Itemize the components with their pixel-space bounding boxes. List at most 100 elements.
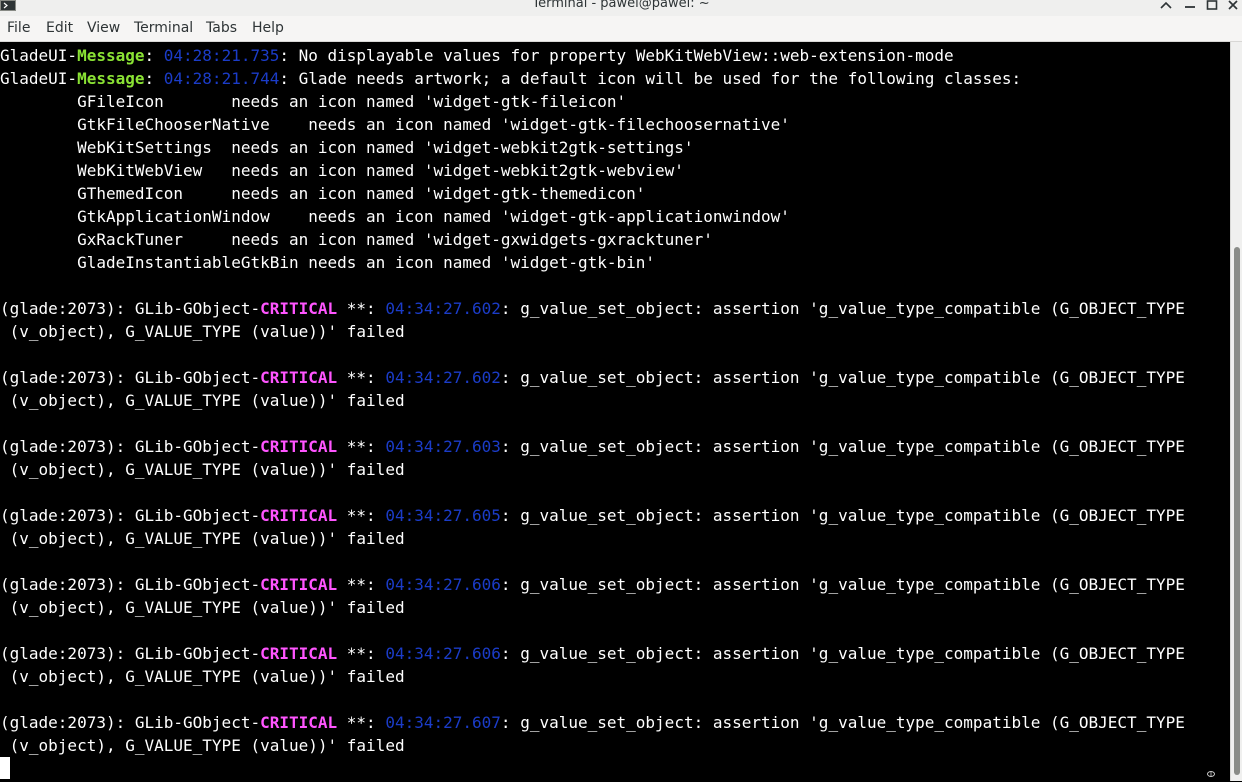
- menu-view[interactable]: View: [87, 20, 120, 36]
- terminal-line: (v_object), G_VALUE_TYPE (value))' faile…: [0, 389, 405, 412]
- line-text: (glade:2073): GLib-GObject-: [0, 437, 261, 456]
- terminal-line: GtkApplicationWindow needs an icon named…: [0, 205, 790, 228]
- timestamp: 04:28:21.744: [163, 69, 280, 88]
- terminal-line: GtkFileChooserNative needs an icon named…: [0, 113, 790, 136]
- terminal-output[interactable]: GladeUI-Message: 04:28:21.735: No displa…: [0, 42, 1230, 781]
- critical-level: CRITICAL: [260, 368, 338, 387]
- line-text: : g_value_set_object: assertion 'g_value…: [500, 368, 1185, 387]
- timestamp: 04:34:27.606: [385, 575, 501, 594]
- line-text: **:: [337, 368, 386, 387]
- line-text: :: [144, 69, 164, 88]
- line-text: **:: [337, 713, 386, 732]
- line-text: : g_value_set_object: assertion 'g_value…: [500, 299, 1185, 318]
- text-cursor: [0, 757, 10, 779]
- line-text: : No displayable values for property Web…: [279, 46, 954, 65]
- menu-bar: File Edit View Terminal Tabs Help: [0, 16, 1242, 42]
- terminal-line: (v_object), G_VALUE_TYPE (value))' faile…: [0, 320, 405, 343]
- resize-grip-icon[interactable]: [1206, 763, 1216, 777]
- terminal-line: GladeUI-Message: 04:28:21.744: Glade nee…: [0, 67, 1021, 90]
- maximize-icon[interactable]: [1202, 0, 1222, 13]
- terminal-line: (glade:2073): GLib-GObject-CRITICAL **: …: [0, 642, 1185, 665]
- line-text: WebKitWebView needs an icon named 'widge…: [0, 161, 684, 180]
- line-text: (v_object), G_VALUE_TYPE (value))' faile…: [0, 529, 405, 548]
- terminal-line: (glade:2073): GLib-GObject-CRITICAL **: …: [0, 573, 1185, 596]
- terminal-line: GladeUI-Message: 04:28:21.735: No displa…: [0, 44, 954, 67]
- terminal-line: GFileIcon needs an icon named 'widget-gt…: [0, 90, 626, 113]
- title-bar[interactable]: Terminal - pawel@pawel: ~: [0, 0, 1242, 17]
- line-text: : g_value_set_object: assertion 'g_value…: [500, 644, 1185, 663]
- window-title: Terminal - pawel@pawel: ~: [532, 0, 710, 11]
- terminal-line: (glade:2073): GLib-GObject-CRITICAL **: …: [0, 435, 1185, 458]
- line-text: **:: [337, 644, 386, 663]
- line-text: (glade:2073): GLib-GObject-: [0, 644, 261, 663]
- line-text: (v_object), G_VALUE_TYPE (value))' faile…: [0, 598, 405, 617]
- terminal-line: (glade:2073): GLib-GObject-CRITICAL **: …: [0, 711, 1185, 734]
- line-text: (v_object), G_VALUE_TYPE (value))' faile…: [0, 460, 405, 479]
- line-text: (glade:2073): GLib-GObject-: [0, 506, 261, 525]
- terminal-line: (v_object), G_VALUE_TYPE (value))' faile…: [0, 458, 405, 481]
- critical-level: CRITICAL: [260, 644, 338, 663]
- line-text: : g_value_set_object: assertion 'g_value…: [500, 575, 1185, 594]
- line-text: (v_object), G_VALUE_TYPE (value))' faile…: [0, 736, 405, 755]
- critical-level: CRITICAL: [260, 299, 338, 318]
- line-text: (glade:2073): GLib-GObject-: [0, 575, 261, 594]
- terminal-line: (v_object), G_VALUE_TYPE (value))' faile…: [0, 596, 405, 619]
- chevron-up-icon[interactable]: [1156, 0, 1176, 13]
- close-icon[interactable]: [1223, 0, 1242, 13]
- line-text: (glade:2073): GLib-GObject-: [0, 368, 261, 387]
- terminal-line: (glade:2073): GLib-GObject-CRITICAL **: …: [0, 504, 1185, 527]
- terminal-line: (v_object), G_VALUE_TYPE (value))' faile…: [0, 527, 405, 550]
- timestamp: 04:34:27.607: [385, 713, 501, 732]
- line-text: GxRackTuner needs an icon named 'widget-…: [0, 230, 713, 249]
- line-text: GladeInstantiableGtkBin needs an icon na…: [0, 253, 656, 272]
- line-text: WebKitSettings needs an icon named 'widg…: [0, 138, 694, 157]
- terminal-line: (glade:2073): GLib-GObject-CRITICAL **: …: [0, 297, 1185, 320]
- menu-edit[interactable]: Edit: [46, 20, 73, 36]
- line-text: : g_value_set_object: assertion 'g_value…: [500, 437, 1185, 456]
- timestamp: 04:34:27.602: [385, 368, 501, 387]
- terminal-line: GThemedIcon needs an icon named 'widget-…: [0, 182, 645, 205]
- message-level: Message: [77, 46, 145, 65]
- scrollbar-thumb[interactable]: [1234, 247, 1240, 775]
- menu-help[interactable]: Help: [252, 20, 284, 36]
- line-text: **:: [337, 575, 386, 594]
- scrollbar[interactable]: [1230, 42, 1242, 781]
- terminal-line: GladeInstantiableGtkBin needs an icon na…: [0, 251, 655, 274]
- timestamp: 04:34:27.605: [385, 506, 501, 525]
- terminal-line: WebKitWebView needs an icon named 'widge…: [0, 159, 684, 182]
- line-text: (v_object), G_VALUE_TYPE (value))' faile…: [0, 391, 405, 410]
- line-text: **:: [337, 437, 386, 456]
- timestamp: 04:34:27.602: [385, 299, 501, 318]
- critical-level: CRITICAL: [260, 506, 338, 525]
- menu-tabs[interactable]: Tabs: [206, 20, 237, 36]
- line-text: : g_value_set_object: assertion 'g_value…: [500, 713, 1185, 732]
- line-text: (v_object), G_VALUE_TYPE (value))' faile…: [0, 322, 405, 341]
- timestamp: 04:28:21.735: [163, 46, 280, 65]
- timestamp: 04:34:27.606: [385, 644, 501, 663]
- line-text: : Glade needs artwork; a default icon wi…: [279, 69, 1022, 88]
- line-text: : g_value_set_object: assertion 'g_value…: [500, 506, 1185, 525]
- line-text: GFileIcon needs an icon named 'widget-gt…: [0, 92, 627, 111]
- menu-terminal[interactable]: Terminal: [134, 20, 193, 36]
- line-text: (glade:2073): GLib-GObject-: [0, 299, 261, 318]
- terminal-line: (glade:2073): GLib-GObject-CRITICAL **: …: [0, 366, 1185, 389]
- menu-file[interactable]: File: [7, 20, 30, 36]
- terminal-line: (v_object), G_VALUE_TYPE (value))' faile…: [0, 734, 405, 757]
- terminal-line: (v_object), G_VALUE_TYPE (value))' faile…: [0, 665, 405, 688]
- line-text: GtkFileChooserNative needs an icon named…: [0, 115, 790, 134]
- line-text: **:: [337, 506, 386, 525]
- line-text: GThemedIcon needs an icon named 'widget-…: [0, 184, 646, 203]
- terminal-line: GxRackTuner needs an icon named 'widget-…: [0, 228, 713, 251]
- critical-level: CRITICAL: [260, 575, 338, 594]
- terminal-line: WebKitSettings needs an icon named 'widg…: [0, 136, 694, 159]
- line-text: GtkApplicationWindow needs an icon named…: [0, 207, 790, 226]
- minimize-icon[interactable]: [1180, 0, 1200, 13]
- line-text: (v_object), G_VALUE_TYPE (value))' faile…: [0, 667, 405, 686]
- line-text: GladeUI-: [0, 46, 78, 65]
- critical-level: CRITICAL: [260, 437, 338, 456]
- message-level: Message: [77, 69, 145, 88]
- line-text: **:: [337, 299, 386, 318]
- line-text: :: [144, 46, 164, 65]
- critical-level: CRITICAL: [260, 713, 338, 732]
- line-text: (glade:2073): GLib-GObject-: [0, 713, 261, 732]
